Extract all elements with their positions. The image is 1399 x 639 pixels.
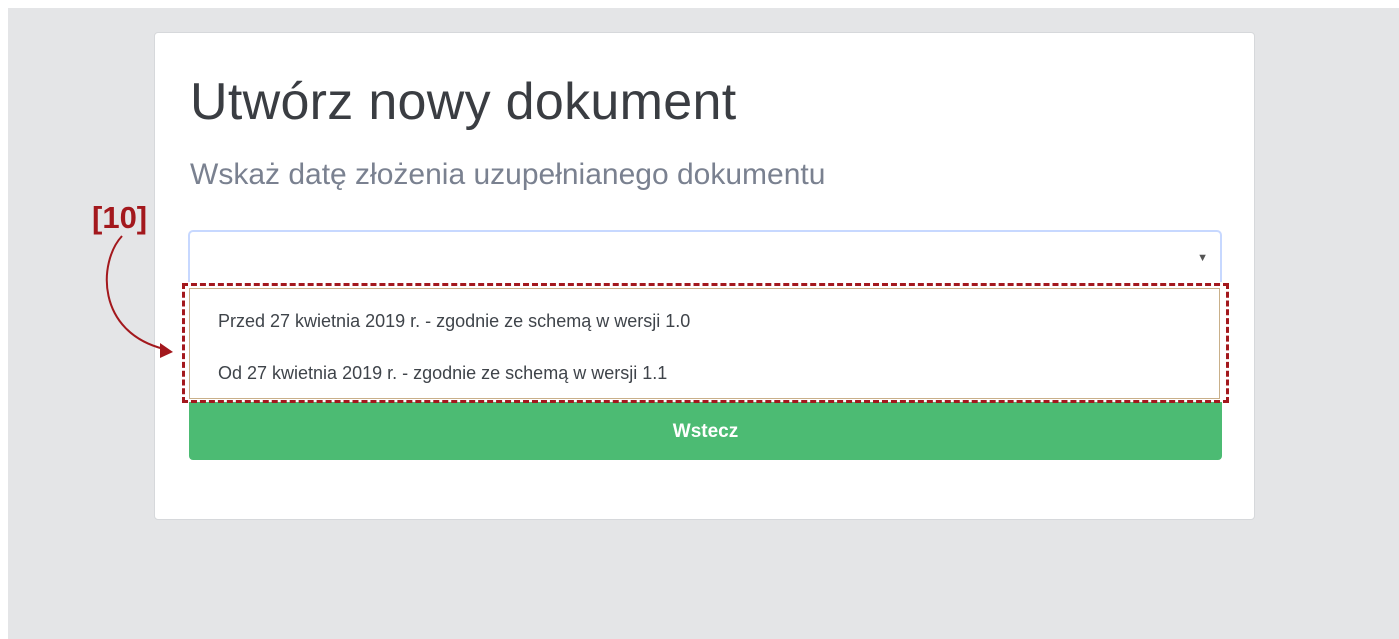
date-select[interactable]: ▼ (188, 230, 1222, 282)
page-subtitle: Wskaż datę złożenia uzupełnianego dokume… (190, 158, 826, 191)
caret-down-icon: ▼ (1197, 252, 1208, 264)
page-title: Utwórz nowy dokument (190, 73, 737, 131)
option-before-2019-04-27[interactable]: Przed 27 kwietnia 2019 r. - zgodnie ze s… (218, 311, 690, 332)
annotation-label: [10] (92, 200, 148, 235)
back-button[interactable]: Wstecz (189, 402, 1222, 460)
date-select-dropdown: Przed 27 kwietnia 2019 r. - zgodnie ze s… (189, 288, 1220, 399)
option-from-2019-04-27[interactable]: Od 27 kwietnia 2019 r. - zgodnie ze sche… (218, 363, 667, 384)
annotation-arrow-icon (105, 235, 173, 358)
